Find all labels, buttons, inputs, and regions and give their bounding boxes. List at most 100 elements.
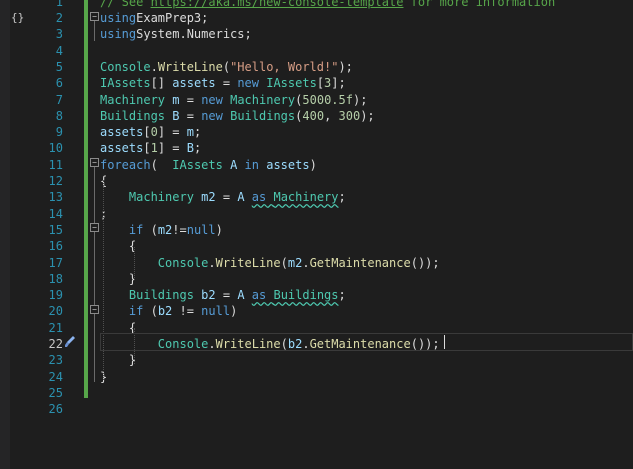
line-number: 24: [48, 369, 63, 384]
code-token: =: [215, 288, 238, 303]
code-token: }: [100, 271, 137, 286]
line-number: 2: [55, 11, 63, 25]
paintbrush-icon[interactable]: [64, 335, 76, 349]
code-text: if (b2 != null): [100, 303, 237, 319]
code-token: 1: [150, 141, 158, 156]
code-text: Console.WriteLine(m2.GetMaintenance());: [100, 255, 440, 271]
fold-guide: [94, 167, 95, 382]
code-text: {: [100, 238, 136, 254]
code-token: ());: [410, 255, 440, 270]
code-token: Machinery: [100, 92, 166, 107]
collapse-minus-icon[interactable]: −: [90, 305, 99, 314]
code-token: (: [143, 222, 158, 237]
line-number: 6: [55, 76, 63, 91]
code-line[interactable]: 25: [0, 385, 633, 401]
code-token: new: [237, 76, 259, 91]
code-line[interactable]: 5 Console.WriteLine("Hello, World!");: [0, 59, 633, 75]
line-number: 11: [48, 157, 63, 172]
code-token: as: [251, 288, 267, 303]
code-token: b2: [157, 304, 173, 319]
collapse-minus-icon[interactable]: −: [90, 12, 99, 21]
line-number: 7: [55, 92, 63, 107]
code-token: ;: [193, 125, 202, 140]
code-token: =: [179, 92, 202, 107]
code-token: Buildings: [100, 108, 166, 123]
line-number: 16: [48, 239, 63, 254]
code-text: Machinery m = new Machinery(5000.5f);: [100, 92, 367, 108]
code-line[interactable]: 4: [0, 43, 633, 59]
code-token: ] =: [157, 141, 187, 156]
top-comment: // See https://aka.ms/new-console-templa…: [100, 0, 555, 10]
line-number: 9: [55, 125, 63, 140]
line-number: 13: [48, 190, 63, 205]
code-line[interactable]: 10 assets[1] = B;: [0, 140, 633, 156]
collapse-minus-icon[interactable]: −: [90, 158, 99, 167]
line-number: 18: [48, 271, 63, 286]
line-number: 19: [48, 288, 63, 303]
code-line[interactable]: 9 assets[0] = m;: [0, 124, 633, 140]
line-number: 26: [48, 402, 63, 417]
indent-guide: [134, 247, 135, 280]
code-token: );: [360, 108, 375, 123]
code-text: Buildings B = new Buildings(400, 300);: [100, 108, 375, 124]
code-token: m: [186, 125, 194, 140]
code-token: 0: [150, 125, 158, 140]
code-token: System.Numerics;: [136, 27, 252, 42]
code-token: "Hello, World!": [230, 59, 339, 74]
code-token: Console: [100, 59, 151, 74]
code-token: B: [186, 141, 194, 156]
code-line[interactable]: 26: [0, 401, 633, 417]
code-token: {: [100, 239, 137, 254]
line-number: 4: [55, 43, 63, 58]
current-line-highlight: [100, 333, 633, 351]
code-token: assets: [100, 141, 144, 156]
collapse-minus-icon[interactable]: −: [90, 223, 99, 232]
text-caret: [444, 335, 445, 349]
code-token: A: [237, 288, 245, 303]
code-text: Console.WriteLine("Hello, World!");: [100, 59, 353, 75]
code-token: );: [352, 92, 368, 107]
code-token: );: [338, 59, 353, 74]
code-token: }: [100, 353, 137, 368]
code-token: ;: [338, 190, 346, 205]
code-text: IAssets[] assets = new IAssets[3];: [100, 75, 346, 91]
code-token: 300: [338, 108, 361, 123]
code-token: m2: [287, 255, 303, 270]
code-line[interactable]: 6 IAssets[] assets = new IAssets[3];: [0, 75, 633, 91]
code-token: WriteLine: [157, 59, 223, 74]
code-token: 500: [302, 92, 325, 107]
line-number: 23: [48, 353, 63, 368]
code-token: [: [316, 76, 325, 91]
code-token: ): [215, 222, 223, 237]
code-text: usingSystem.Numerics;: [100, 26, 252, 42]
code-token: Console: [157, 255, 209, 270]
code-text: assets[0] = m;: [100, 124, 201, 140]
line-number: 20: [48, 304, 63, 319]
code-line[interactable]: 8 Buildings B = new Buildings(400, 300);: [0, 108, 633, 124]
code-token: .: [302, 255, 310, 270]
code-token: ];: [331, 76, 346, 91]
code-token: (: [150, 157, 173, 172]
code-token: WriteLine: [215, 255, 281, 270]
code-token: ] =: [157, 125, 187, 140]
code-token: ExamPrep3;: [136, 11, 209, 25]
code-token: .: [208, 255, 216, 270]
code-text: assets[1] = B;: [100, 140, 201, 156]
code-token: 0.5f: [324, 92, 353, 107]
code-token: ): [230, 304, 238, 319]
code-token: new: [201, 108, 223, 123]
code-token: =: [215, 76, 238, 91]
line-number: 12: [48, 174, 63, 188]
code-token: Buildings: [273, 288, 339, 303]
code-token: ;: [338, 288, 346, 303]
comment-link[interactable]: https://aka.ms/new-console-template: [151, 0, 404, 9]
code-token: Machinery: [230, 92, 296, 107]
code-token: =: [215, 190, 238, 205]
code-line[interactable]: 7 Machinery m = new Machinery(5000.5f);: [0, 92, 633, 108]
code-token: !=: [172, 222, 187, 237]
line-number: 21: [48, 320, 63, 335]
code-token: m: [172, 92, 180, 107]
